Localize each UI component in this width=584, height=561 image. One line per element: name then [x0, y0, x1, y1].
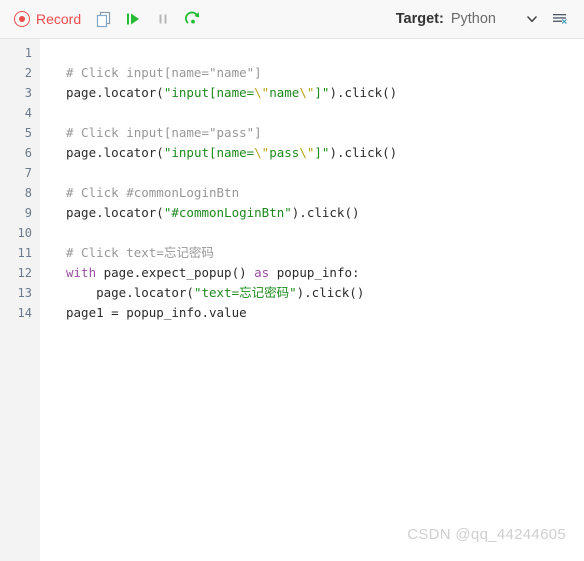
code-token-txt: page.locator(: [66, 145, 164, 160]
line-number: 10: [17, 226, 32, 240]
code-token-txt: page.locator(: [66, 205, 164, 220]
toolbar: Record Target: Python: [0, 0, 584, 39]
chevron-down-icon: [527, 16, 537, 23]
code-token-str: "text=忘记密码": [193, 285, 297, 300]
toolbar-right-group: Target: Python: [396, 5, 574, 33]
record-icon: [14, 11, 30, 27]
line-number: 5: [24, 126, 32, 140]
line-number: 14: [17, 306, 32, 320]
resume-icon: [185, 11, 200, 24]
code-token-txt: ).click(): [291, 205, 360, 220]
clear-log-icon: [553, 14, 567, 24]
code-token-esc: \": [299, 85, 315, 100]
code-token-txt: ).click(): [329, 85, 398, 100]
copy-icon: [96, 11, 110, 27]
copy-button[interactable]: [89, 5, 117, 33]
code-token-str: pass: [269, 145, 300, 160]
code-line[interactable]: # Click input[name="pass"]: [66, 123, 584, 143]
target-dropdown-button[interactable]: [520, 7, 544, 31]
line-number: 2: [24, 66, 32, 80]
watermark: CSDN @qq_44244605: [407, 526, 566, 543]
line-number: 4: [24, 106, 32, 120]
clear-log-button[interactable]: [546, 5, 574, 33]
code-line[interactable]: # Click #commonLoginBtn: [66, 183, 584, 203]
line-number: 13: [17, 286, 32, 300]
code-token-esc: \": [254, 85, 270, 100]
code-token-kw: as: [254, 265, 270, 280]
line-number: 8: [24, 186, 32, 200]
code-line[interactable]: page.locator("#commonLoginBtn").click(): [66, 203, 584, 223]
record-button[interactable]: Record: [12, 8, 87, 30]
code-line[interactable]: [66, 103, 584, 123]
target-value: Python: [450, 11, 496, 27]
code-token-txt: page.locator(: [66, 85, 164, 100]
code-token-txt: page.locator(: [66, 285, 194, 300]
code-token-txt: ).click(): [296, 285, 365, 300]
code-token-kw: with: [66, 265, 97, 280]
code-token-esc: \": [299, 145, 315, 160]
code-token-str: "input[name=: [163, 145, 255, 160]
line-number: 6: [24, 146, 32, 160]
code-line[interactable]: page.locator("input[name=\"name\"]").cli…: [66, 83, 584, 103]
code-token-str: name: [269, 85, 300, 100]
code-editor[interactable]: 1 2 3 4 5 6 7 8 9 10 11 12 13 14 # Click input[name="…: [0, 39, 584, 561]
code-token-txt: page.expect_popup(): [96, 265, 255, 280]
code-token-com: # Click #commonLoginBtn: [66, 185, 240, 200]
code-token-str: "input[name=: [163, 85, 255, 100]
record-button-label: Record: [36, 11, 82, 27]
code-token-str: "#commonLoginBtn": [163, 205, 292, 220]
line-number: 12: [17, 266, 32, 280]
code-token-txt: popup_info:: [269, 265, 360, 280]
step-over-button[interactable]: [119, 5, 147, 33]
line-number-gutter: 1 2 3 4 5 6 7 8 9 10 11 12 13 14: [0, 39, 40, 561]
code-token-txt: ).click(): [329, 145, 398, 160]
line-number: 9: [24, 206, 32, 220]
pause-icon: [159, 14, 167, 24]
code-token-com: # Click text=忘记密码: [66, 245, 214, 260]
code-line[interactable]: page.locator("text=忘记密码").click(): [66, 283, 584, 303]
code-line[interactable]: page1 = popup_info.value: [66, 303, 584, 323]
code-token-com: # Click input[name="name"]: [66, 65, 262, 80]
resume-button[interactable]: [179, 5, 207, 33]
code-line[interactable]: with page.expect_popup() as popup_info:: [66, 263, 584, 283]
line-number: 1: [24, 46, 32, 60]
toolbar-left-group: Record: [12, 5, 207, 33]
target-label: Target:: [395, 11, 444, 27]
line-number: 11: [17, 246, 32, 260]
code-token-str: ]": [314, 145, 330, 160]
code-line[interactable]: # Click input[name="name"]: [66, 63, 584, 83]
code-line[interactable]: page.locator("input[name=\"pass\"]").cli…: [66, 143, 584, 163]
pause-button[interactable]: [149, 5, 177, 33]
code-line[interactable]: [66, 43, 584, 63]
code-line[interactable]: [66, 163, 584, 183]
code-token-txt: page1 = popup_info.value: [66, 305, 247, 320]
code-line[interactable]: # Click text=忘记密码: [66, 243, 584, 263]
line-number: 3: [24, 86, 32, 100]
code-token-com: # Click input[name="pass"]: [66, 125, 262, 140]
code-token-str: ]": [314, 85, 330, 100]
code-line[interactable]: [66, 223, 584, 243]
code-content[interactable]: # Click input[name="name"] page.locator("…: [40, 39, 584, 561]
code-token-esc: \": [254, 145, 270, 160]
line-number: 7: [24, 166, 32, 180]
step-over-icon: [127, 13, 140, 25]
